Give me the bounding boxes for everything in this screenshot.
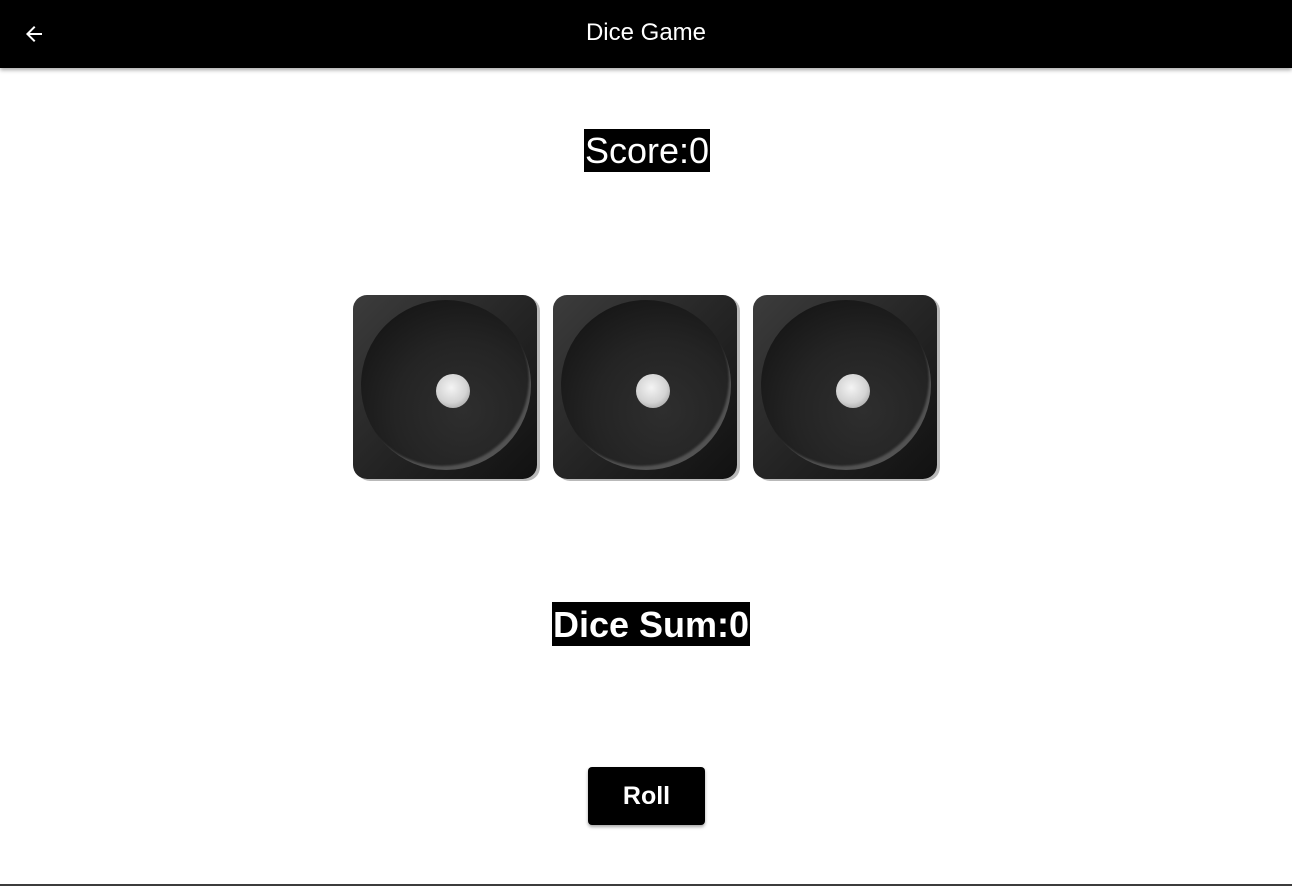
die-pip-icon: [836, 374, 870, 408]
die-face: [361, 300, 531, 470]
die-face: [761, 300, 931, 470]
die-pip-icon: [636, 374, 670, 408]
arrow-left-icon: [26, 26, 42, 42]
app-bar: Dice Game: [0, 0, 1292, 68]
die-3: [753, 295, 937, 479]
die-face: [561, 300, 731, 470]
die-2: [553, 295, 737, 479]
back-button[interactable]: [14, 14, 54, 54]
score-label: Score:0: [584, 129, 711, 172]
die-pip-icon: [436, 374, 470, 408]
dice-sum-label: Dice Sum:0: [552, 602, 751, 646]
die-1: [353, 295, 537, 479]
app-title: Dice Game: [585, 19, 707, 46]
roll-button[interactable]: Roll: [588, 767, 705, 825]
dice-row: [353, 295, 937, 479]
